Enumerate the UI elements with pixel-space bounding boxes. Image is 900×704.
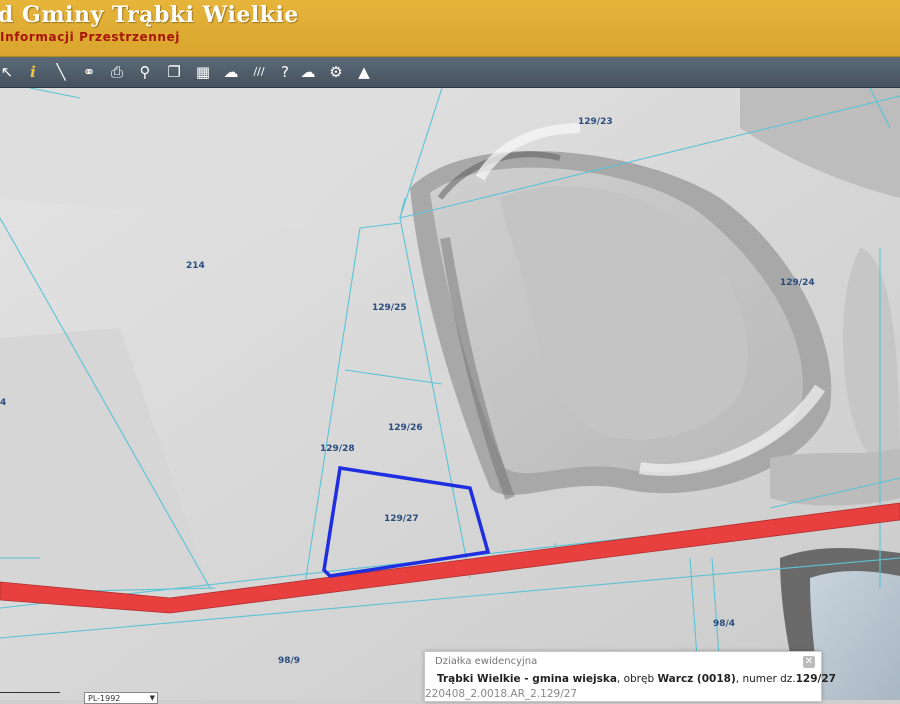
parcel-label: 4: [0, 398, 7, 408]
settings-gears-icon[interactable]: ⚙: [325, 61, 347, 83]
parcel-label: 98/4: [713, 619, 736, 629]
crs-select[interactable]: PL-1992 ▼: [84, 692, 158, 704]
popup-municipality: Trąbki Wielkie - gmina wiejska: [437, 673, 617, 685]
popup-header: Działka ewidencyjna: [435, 656, 538, 667]
parcel-label: 129/26: [388, 423, 423, 433]
parcel-label: 214: [186, 261, 205, 271]
popup-obreb-value: Warcz (0018): [657, 673, 736, 685]
location-pin-icon[interactable]: ⚲: [134, 61, 156, 83]
close-icon[interactable]: ✕: [803, 656, 815, 668]
speech-bubble-icon[interactable]: ☁: [220, 61, 242, 83]
parcel-label: 129/23: [578, 117, 613, 127]
hillshade-map: [0, 88, 900, 700]
parcel-info-popup: Działka ewidencyjna ✕ Trąbki Wielkie - g…: [424, 651, 836, 702]
map-toolbar: ↖ i ╲ ⚭ ⎙ ⚲ ❐ ▦ ☁///? ☁ ⚙ ▲: [0, 57, 900, 88]
link-icon[interactable]: ⚭: [78, 61, 100, 83]
popup-obreb-label: , obręb: [616, 673, 658, 685]
app-header: d Gminy Trąbki Wielkie Informacji Przest…: [0, 0, 900, 57]
chevron-down-icon: ▼: [149, 694, 155, 702]
triangle-warning-icon[interactable]: ▲: [353, 61, 375, 83]
parcel-label: 129/24: [780, 278, 815, 288]
map-view[interactable]: 129/23 214 129/24 129/25 129/26 129/28 129/27 9…: [0, 88, 900, 700]
popup-numer-label: , numer dz.: [735, 673, 796, 685]
parcel-label: 129/27: [384, 514, 419, 524]
parcel-label: 98/9: [278, 656, 301, 666]
parcel-label: 129/28: [320, 444, 355, 454]
parcel-label: 129/25: [372, 303, 407, 313]
app-subtitle: Informacji Przestrzennej: [0, 30, 181, 44]
pointer-arrow-icon[interactable]: ↖: [0, 61, 18, 83]
crs-value: PL-1992: [88, 694, 121, 703]
popup-parcel-number: 129/27: [795, 673, 836, 685]
cloud-download-icon[interactable]: ☁: [297, 61, 319, 83]
info-icon[interactable]: i: [22, 61, 44, 83]
popup-parcel-code: 220408_2.0018.AR_2.129/27: [425, 688, 578, 700]
app-title: d Gminy Trąbki Wielkie: [0, 2, 299, 28]
help-icon[interactable]: ?: [274, 61, 296, 83]
scale-bar: [0, 692, 60, 699]
measure-line-icon[interactable]: ╲: [50, 61, 72, 83]
popup-details: Trąbki Wielkie - gmina wiejska, obręb Wa…: [437, 673, 836, 685]
print-icon[interactable]: ⎙: [106, 61, 128, 83]
hatch-icon[interactable]: ///: [248, 61, 270, 83]
copy-icon[interactable]: ❐: [163, 61, 185, 83]
layout-icon[interactable]: ▦: [192, 61, 214, 83]
